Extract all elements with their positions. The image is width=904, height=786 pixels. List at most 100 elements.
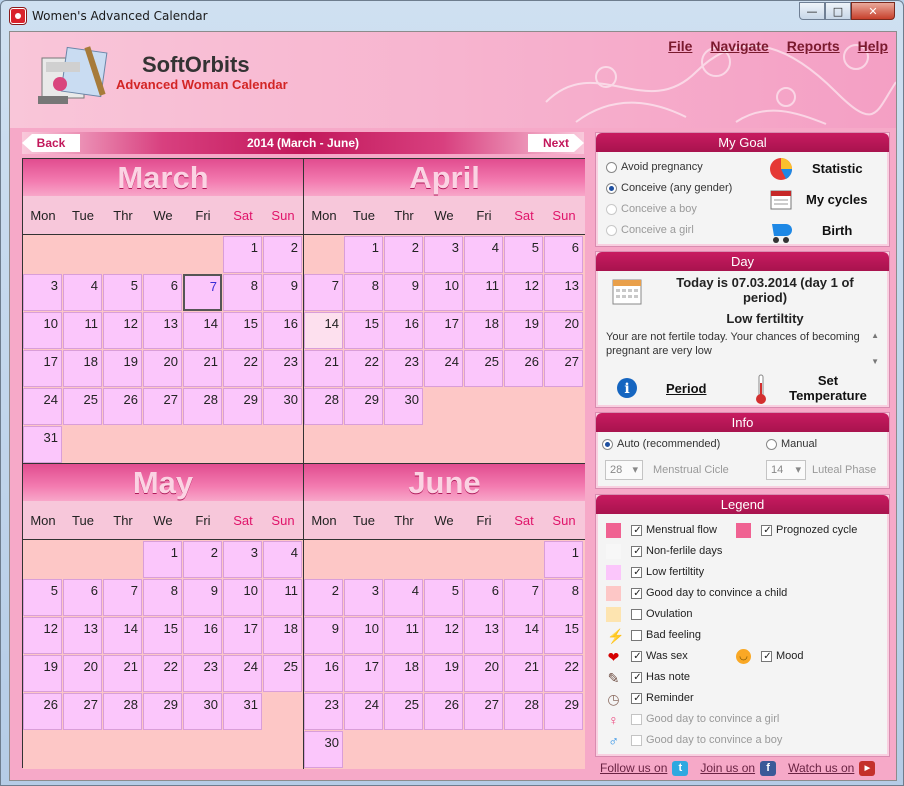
day-cell[interactable]: 19 <box>424 655 463 692</box>
scroll-up-icon[interactable]: ▲ <box>871 331 879 340</box>
day-cell[interactable]: 23 <box>263 350 302 387</box>
day-cell[interactable]: 20 <box>143 350 182 387</box>
day-cell[interactable]: 13 <box>544 274 583 311</box>
radio-conceive-girl[interactable]: Conceive a girl <box>606 224 694 236</box>
day-cell[interactable]: 19 <box>504 312 543 349</box>
radio-manual[interactable]: Manual <box>766 438 817 450</box>
statistic-link[interactable]: Statistic <box>812 161 863 176</box>
day-cell[interactable]: 27 <box>464 693 503 730</box>
day-cell[interactable]: 3 <box>344 579 383 616</box>
maximize-button[interactable]: □ <box>825 2 851 20</box>
day-cell[interactable]: 4 <box>384 579 423 616</box>
legend-checkbox[interactable] <box>631 629 642 641</box>
day-cell[interactable]: 28 <box>304 388 343 425</box>
legend-checkbox[interactable] <box>631 545 643 557</box>
day-cell[interactable]: 15 <box>223 312 262 349</box>
day-cell[interactable]: 20 <box>464 655 503 692</box>
join-us-link[interactable]: Join us on <box>700 761 755 775</box>
day-cell[interactable]: 3 <box>223 541 262 578</box>
day-cell[interactable]: 6 <box>544 236 583 273</box>
day-cell[interactable]: 17 <box>344 655 383 692</box>
radio-avoid-pregnancy[interactable]: Avoid pregnancy <box>606 161 703 173</box>
day-cell[interactable]: 1 <box>344 236 383 273</box>
day-cell[interactable]: 5 <box>103 274 142 311</box>
day-cell[interactable]: 13 <box>464 617 503 654</box>
stroller-icon[interactable] <box>768 218 794 244</box>
day-cell[interactable]: 29 <box>223 388 262 425</box>
day-cell[interactable]: 31 <box>223 693 262 730</box>
legend-checkbox[interactable] <box>631 650 643 662</box>
day-cell[interactable]: 18 <box>63 350 102 387</box>
day-cell[interactable]: 26 <box>23 693 62 730</box>
day-cell[interactable]: 8 <box>223 274 262 311</box>
day-cell[interactable]: 28 <box>504 693 543 730</box>
day-cell[interactable]: 26 <box>424 693 463 730</box>
day-cell[interactable]: 19 <box>23 655 62 692</box>
day-cell[interactable]: 9 <box>263 274 302 311</box>
day-cell[interactable]: 2 <box>304 579 343 616</box>
day-cell[interactable]: 4 <box>263 541 302 578</box>
radio-conceive-any[interactable]: Conceive (any gender) <box>606 182 732 194</box>
day-cell[interactable]: 2 <box>384 236 423 273</box>
day-cell[interactable]: 9 <box>384 274 423 311</box>
day-cell[interactable]: 3 <box>23 274 62 311</box>
legend-checkbox[interactable] <box>761 650 773 662</box>
day-cell[interactable]: 10 <box>424 274 463 311</box>
day-cell[interactable]: 30 <box>304 731 343 768</box>
day-cell[interactable]: 7 <box>183 274 222 311</box>
day-cell[interactable]: 8 <box>143 579 182 616</box>
day-cell[interactable]: 18 <box>384 655 423 692</box>
day-cell[interactable]: 29 <box>544 693 583 730</box>
scroll-down-icon[interactable]: ▼ <box>871 357 879 366</box>
youtube-icon[interactable]: ▶ <box>859 760 876 776</box>
day-cell[interactable]: 12 <box>504 274 543 311</box>
day-cell[interactable]: 23 <box>183 655 222 692</box>
day-cell[interactable]: 15 <box>143 617 182 654</box>
legend-checkbox[interactable] <box>631 734 642 746</box>
day-cell[interactable]: 18 <box>263 617 302 654</box>
day-cell[interactable]: 16 <box>183 617 222 654</box>
follow-us-link[interactable]: Follow us on <box>600 761 667 775</box>
day-cell[interactable]: 6 <box>143 274 182 311</box>
day-cell[interactable]: 10 <box>23 312 62 349</box>
day-cell[interactable]: 23 <box>384 350 423 387</box>
day-cell[interactable]: 29 <box>143 693 182 730</box>
minimize-button[interactable]: — <box>799 2 825 20</box>
cycles-calendar-icon[interactable] <box>768 186 794 212</box>
day-cell[interactable]: 14 <box>183 312 222 349</box>
day-cell[interactable]: 25 <box>384 693 423 730</box>
day-cell[interactable]: 4 <box>63 274 102 311</box>
day-cell[interactable]: 18 <box>464 312 503 349</box>
day-cell[interactable]: 11 <box>464 274 503 311</box>
day-cell[interactable]: 2 <box>263 236 302 273</box>
day-cell[interactable]: 7 <box>103 579 142 616</box>
set-temperature-link[interactable]: Set Temperature <box>778 373 878 403</box>
twitter-icon[interactable]: t <box>672 760 689 776</box>
day-cell[interactable]: 5 <box>504 236 543 273</box>
day-cell[interactable]: 19 <box>103 350 142 387</box>
day-cell[interactable]: 8 <box>544 579 583 616</box>
legend-checkbox[interactable] <box>631 671 643 683</box>
day-cell[interactable]: 10 <box>223 579 262 616</box>
day-cell[interactable]: 24 <box>344 693 383 730</box>
luteal-phase-select[interactable]: 14 <box>766 460 806 480</box>
day-cell[interactable]: 7 <box>304 274 343 311</box>
day-cell[interactable]: 27 <box>544 350 583 387</box>
legend-checkbox[interactable] <box>631 608 642 620</box>
day-cell[interactable]: 6 <box>464 579 503 616</box>
day-cell[interactable]: 24 <box>223 655 262 692</box>
day-cell[interactable]: 25 <box>464 350 503 387</box>
day-cell[interactable]: 25 <box>263 655 302 692</box>
day-cell[interactable]: 17 <box>424 312 463 349</box>
day-cell[interactable]: 7 <box>504 579 543 616</box>
close-button[interactable]: ✕ <box>851 2 895 20</box>
day-cell[interactable]: 22 <box>223 350 262 387</box>
day-cell[interactable]: 10 <box>344 617 383 654</box>
day-cell[interactable]: 14 <box>103 617 142 654</box>
day-cell[interactable]: 16 <box>384 312 423 349</box>
menu-file[interactable]: File <box>668 38 692 54</box>
day-cell[interactable]: 12 <box>23 617 62 654</box>
day-cell[interactable]: 2 <box>183 541 222 578</box>
day-cell[interactable]: 29 <box>344 388 383 425</box>
legend-checkbox[interactable] <box>631 713 642 725</box>
